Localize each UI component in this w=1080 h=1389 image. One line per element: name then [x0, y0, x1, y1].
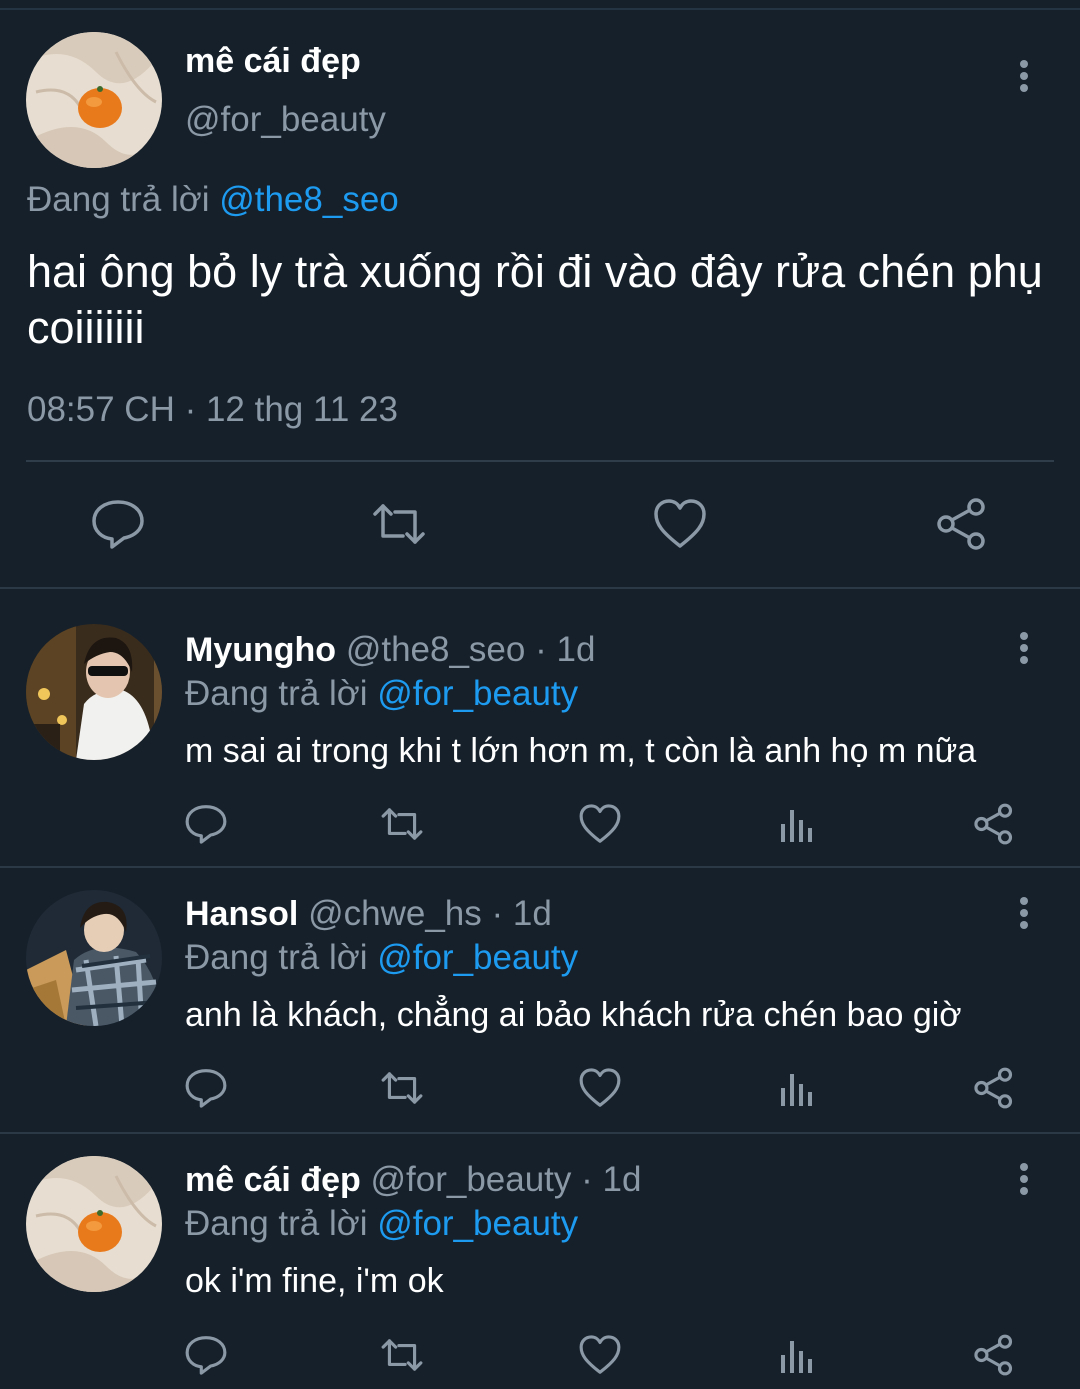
- replying-to: Đang trả lời @for_beauty: [185, 938, 578, 978]
- share-icon[interactable]: [972, 802, 1016, 846]
- author-handle[interactable]: @the8_seo: [346, 630, 526, 669]
- reply-text: m sai ai trong khi t lớn hơn m, t còn là…: [185, 732, 977, 770]
- divider: [0, 866, 1080, 868]
- analytics-icon[interactable]: [775, 1333, 819, 1377]
- reply-icon[interactable]: [90, 496, 146, 552]
- replying-prefix: Đang trả lời: [185, 938, 368, 977]
- analytics-icon[interactable]: [775, 802, 819, 846]
- more-options-icon[interactable]: [1004, 893, 1044, 933]
- author-handle[interactable]: @for_beauty: [370, 1160, 571, 1199]
- avatar[interactable]: [26, 624, 162, 760]
- reply-header: Hansol @chwe_hs · 1d: [185, 894, 552, 934]
- avatar[interactable]: [26, 32, 162, 168]
- author-name[interactable]: Myungho: [185, 631, 336, 669]
- avatar[interactable]: [26, 1156, 162, 1292]
- reply-time: 1d: [512, 894, 552, 933]
- share-icon[interactable]: [934, 496, 990, 552]
- share-icon[interactable]: [972, 1333, 1016, 1377]
- analytics-icon[interactable]: [775, 1066, 819, 1110]
- like-icon[interactable]: [578, 802, 622, 846]
- retweet-icon[interactable]: [380, 802, 424, 846]
- replying-to: Đang trả lời @for_beauty: [185, 674, 578, 714]
- tweet-thread-screen: mê cái đẹp @for_beauty Đang trả lời @the…: [0, 0, 1080, 1389]
- like-icon[interactable]: [652, 496, 708, 552]
- tweet-timestamp: 08:57 CH · 12 thg 11 23: [27, 390, 398, 429]
- replying-prefix: Đang trả lời: [27, 180, 210, 219]
- mention-link[interactable]: @for_beauty: [377, 1204, 578, 1243]
- author-handle[interactable]: @for_beauty: [185, 100, 386, 140]
- replying-prefix: Đang trả lời: [185, 1204, 368, 1243]
- mention-link[interactable]: @the8_seo: [219, 180, 399, 219]
- reply-text: ok i'm fine, i'm ok: [185, 1262, 444, 1300]
- reply-text: anh là khách, chẳng ai bảo khách rửa ché…: [185, 996, 962, 1034]
- reply-time: 1d: [556, 630, 596, 669]
- reply-time: 1d: [602, 1160, 642, 1199]
- more-options-icon[interactable]: [1004, 56, 1044, 96]
- divider: [0, 587, 1080, 589]
- share-icon[interactable]: [972, 1066, 1016, 1110]
- separator: ·: [535, 630, 547, 669]
- reply-header: mê cái đẹp @for_beauty · 1d: [185, 1160, 641, 1200]
- replying-to: Đang trả lời @the8_seo: [27, 180, 399, 220]
- author-name[interactable]: mê cái đẹp: [185, 1161, 361, 1199]
- mention-link[interactable]: @for_beauty: [377, 938, 578, 977]
- more-options-icon[interactable]: [1004, 628, 1044, 668]
- retweet-icon[interactable]: [380, 1333, 424, 1377]
- reply-icon[interactable]: [184, 1066, 228, 1110]
- retweet-icon[interactable]: [371, 496, 427, 552]
- mention-link[interactable]: @for_beauty: [377, 674, 578, 713]
- divider: [26, 460, 1054, 462]
- replying-prefix: Đang trả lời: [185, 674, 368, 713]
- reply-header: Myungho @the8_seo · 1d: [185, 630, 595, 670]
- replying-to: Đang trả lời @for_beauty: [185, 1204, 578, 1244]
- retweet-icon[interactable]: [380, 1066, 424, 1110]
- like-icon[interactable]: [578, 1066, 622, 1110]
- author-handle[interactable]: @chwe_hs: [308, 894, 482, 933]
- author-name[interactable]: Hansol: [185, 895, 298, 933]
- avatar[interactable]: [26, 890, 162, 1026]
- separator: ·: [491, 894, 504, 933]
- author-name[interactable]: mê cái đẹp: [185, 42, 361, 81]
- reply-icon[interactable]: [184, 1333, 228, 1377]
- top-divider: [0, 8, 1080, 10]
- more-options-icon[interactable]: [1004, 1159, 1044, 1199]
- tweet-text: hai ông bỏ ly trà xuống rồi đi vào đây r…: [27, 246, 1043, 353]
- like-icon[interactable]: [578, 1333, 622, 1377]
- divider: [0, 1132, 1080, 1134]
- separator: ·: [581, 1160, 593, 1199]
- reply-icon[interactable]: [184, 802, 228, 846]
